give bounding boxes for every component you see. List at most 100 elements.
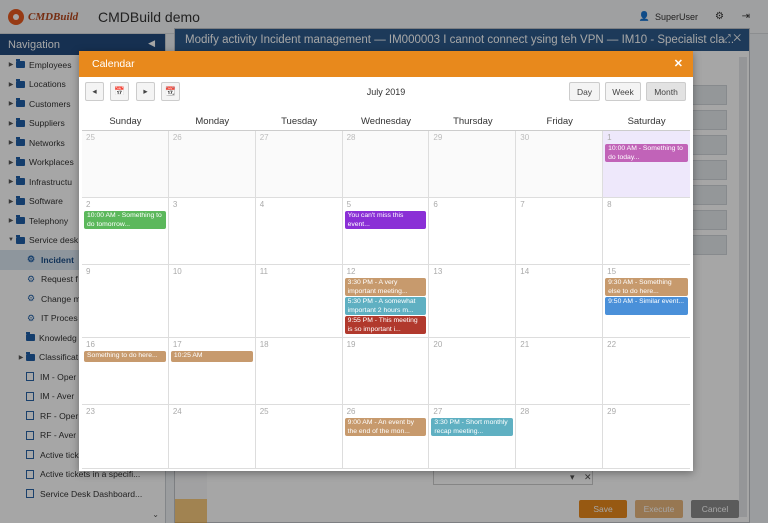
day-cell[interactable]: 28 bbox=[342, 131, 430, 198]
day-number: 4 bbox=[259, 200, 265, 209]
day-cell[interactable]: 27 3:30 PM - Short monthly recap meeting.… bbox=[429, 405, 517, 469]
day-number: 1 bbox=[607, 133, 612, 142]
day-cell[interactable]: 22 bbox=[603, 338, 690, 405]
calendar-toolbar: ◂ 📅 ▸ 📆 July 2019 Day Week Month bbox=[79, 77, 693, 107]
day-number: 30 bbox=[520, 133, 530, 142]
day-cell[interactable]: 29 bbox=[603, 405, 690, 469]
day-number: 26 bbox=[172, 133, 182, 142]
day-cell[interactable]: 24 bbox=[168, 405, 256, 469]
day-number: 27 bbox=[259, 133, 269, 142]
day-number: 21 bbox=[520, 340, 530, 349]
day-number: 15 bbox=[607, 267, 617, 276]
day-cell[interactable]: 8 bbox=[603, 198, 690, 265]
month-grid: 25 26 27 28 29 30 1 10:00 AM - Something to do … bbox=[82, 131, 690, 469]
day-cell[interactable]: 1 10:00 AM - Something to do today... bbox=[603, 131, 690, 198]
calendar-title: Calendar bbox=[92, 58, 135, 70]
day-cell[interactable]: 10 bbox=[168, 265, 256, 338]
weekday-label: Wednesday bbox=[361, 116, 411, 127]
day-cell[interactable]: 28 bbox=[516, 405, 604, 469]
day-cell[interactable]: 25 bbox=[255, 405, 343, 469]
weekday-label: Saturday bbox=[627, 116, 666, 127]
day-number: 6 bbox=[433, 200, 438, 209]
weekday-label: Monday bbox=[195, 116, 230, 127]
month-label: July 2019 bbox=[366, 87, 406, 97]
day-cell[interactable]: 2 10:00 AM - Something to do tomorrow... bbox=[82, 198, 169, 265]
day-cell[interactable]: 14 bbox=[516, 265, 604, 338]
day-cell[interactable]: 30 bbox=[516, 131, 604, 198]
day-cell[interactable]: 13 bbox=[429, 265, 517, 338]
day-number: 28 bbox=[346, 133, 356, 142]
calendar-header: Calendar ✕ bbox=[79, 51, 693, 77]
day-cell[interactable]: 19 bbox=[342, 338, 430, 405]
calendar-event[interactable]: Something to do here... bbox=[84, 351, 166, 362]
close-icon[interactable]: ✕ bbox=[674, 57, 683, 70]
day-cell[interactable]: 20 bbox=[429, 338, 517, 405]
day-cell[interactable]: 25 bbox=[82, 131, 169, 198]
day-number: 23 bbox=[86, 407, 95, 416]
day-number: 13 bbox=[433, 267, 443, 276]
calendar-event[interactable]: 10:25 AM bbox=[170, 351, 253, 362]
day-number: 25 bbox=[259, 407, 269, 416]
day-cell[interactable]: 3 bbox=[168, 198, 256, 265]
weekday-label: Tuesday bbox=[281, 116, 318, 127]
calendar-event[interactable]: 9:50 AM - Similar event... bbox=[605, 297, 688, 315]
day-cell[interactable]: 18 bbox=[255, 338, 343, 405]
day-number: 12 bbox=[346, 267, 356, 276]
day-number: 29 bbox=[433, 133, 443, 142]
calendar-event[interactable]: 10:00 AM - Something to do tomorrow... bbox=[84, 211, 166, 229]
weekday-label: Thursday bbox=[453, 116, 493, 127]
day-number: 11 bbox=[259, 267, 269, 276]
day-cell[interactable]: 23 bbox=[82, 405, 169, 469]
day-number: 17 bbox=[172, 340, 182, 349]
calendar-event[interactable]: 3:30 PM - A very important meeting... bbox=[344, 278, 427, 296]
day-number: 9 bbox=[86, 267, 91, 276]
week-view-button[interactable]: Week bbox=[605, 82, 641, 101]
day-number: 19 bbox=[346, 340, 356, 349]
day-number: 22 bbox=[607, 340, 617, 349]
day-cell[interactable]: 12 3:30 PM - A very important meeting... 5… bbox=[342, 265, 430, 338]
day-cell[interactable]: 9 bbox=[82, 265, 169, 338]
weekday-label: Friday bbox=[546, 116, 573, 127]
day-number: 2 bbox=[86, 200, 91, 209]
day-number: 10 bbox=[172, 267, 182, 276]
month-view-button[interactable]: Month bbox=[646, 82, 686, 101]
day-cell[interactable]: 4 bbox=[255, 198, 343, 265]
day-number: 18 bbox=[259, 340, 269, 349]
day-cell[interactable]: 16 Something to do here... bbox=[82, 338, 169, 405]
day-number: 20 bbox=[433, 340, 443, 349]
day-number: 27 bbox=[433, 407, 443, 416]
day-number: 26 bbox=[346, 407, 356, 416]
day-cell[interactable]: 17 10:25 AM bbox=[168, 338, 256, 405]
calendar-event[interactable]: 3:30 PM - Short monthly recap meeting... bbox=[431, 418, 514, 436]
day-number: 29 bbox=[607, 407, 617, 416]
calendar-event[interactable]: You can't miss this event... bbox=[344, 211, 427, 229]
day-number: 3 bbox=[172, 200, 178, 209]
day-cell[interactable]: 27 bbox=[255, 131, 343, 198]
day-cell[interactable]: 6 bbox=[429, 198, 517, 265]
calendar-event[interactable]: 9:55 PM - This meeting is so important i… bbox=[344, 316, 427, 334]
day-cell[interactable]: 11 bbox=[255, 265, 343, 338]
day-number: 7 bbox=[520, 200, 525, 209]
weekday-label: Sunday bbox=[109, 116, 142, 127]
day-cell[interactable]: 7 bbox=[516, 198, 604, 265]
day-cell[interactable]: 26 9:00 AM - An event by the end of the m… bbox=[342, 405, 430, 469]
day-number: 5 bbox=[346, 200, 352, 209]
day-number: 8 bbox=[607, 200, 612, 209]
calendar-event[interactable]: 10:00 AM - Something to do today... bbox=[605, 144, 688, 162]
calendar-event[interactable]: 5:30 PM - A somewhat important 2 hours m… bbox=[344, 297, 427, 315]
day-number: 24 bbox=[172, 407, 182, 416]
day-number: 14 bbox=[520, 267, 530, 276]
calendar-event[interactable]: 9:30 AM - Something else to do here... bbox=[605, 278, 688, 296]
day-number: 25 bbox=[86, 133, 95, 142]
day-view-button[interactable]: Day bbox=[569, 82, 600, 101]
day-cell[interactable]: 21 bbox=[516, 338, 604, 405]
day-cell[interactable]: 15 9:30 AM - Something else to do here...… bbox=[603, 265, 690, 338]
calendar-dialog: Calendar ✕ ◂ 📅 ▸ 📆 July 2019 Day Week Mo… bbox=[79, 51, 693, 471]
day-number: 28 bbox=[520, 407, 530, 416]
weekday-header: Sunday Monday Tuesday Wednesday Thursday Frid… bbox=[82, 111, 690, 131]
day-number: 16 bbox=[86, 340, 95, 349]
calendar-event[interactable]: 9:00 AM - An event by the end of the mon… bbox=[344, 418, 427, 436]
day-cell[interactable]: 29 bbox=[429, 131, 517, 198]
day-cell[interactable]: 5 You can't miss this event... bbox=[342, 198, 430, 265]
day-cell[interactable]: 26 bbox=[168, 131, 256, 198]
